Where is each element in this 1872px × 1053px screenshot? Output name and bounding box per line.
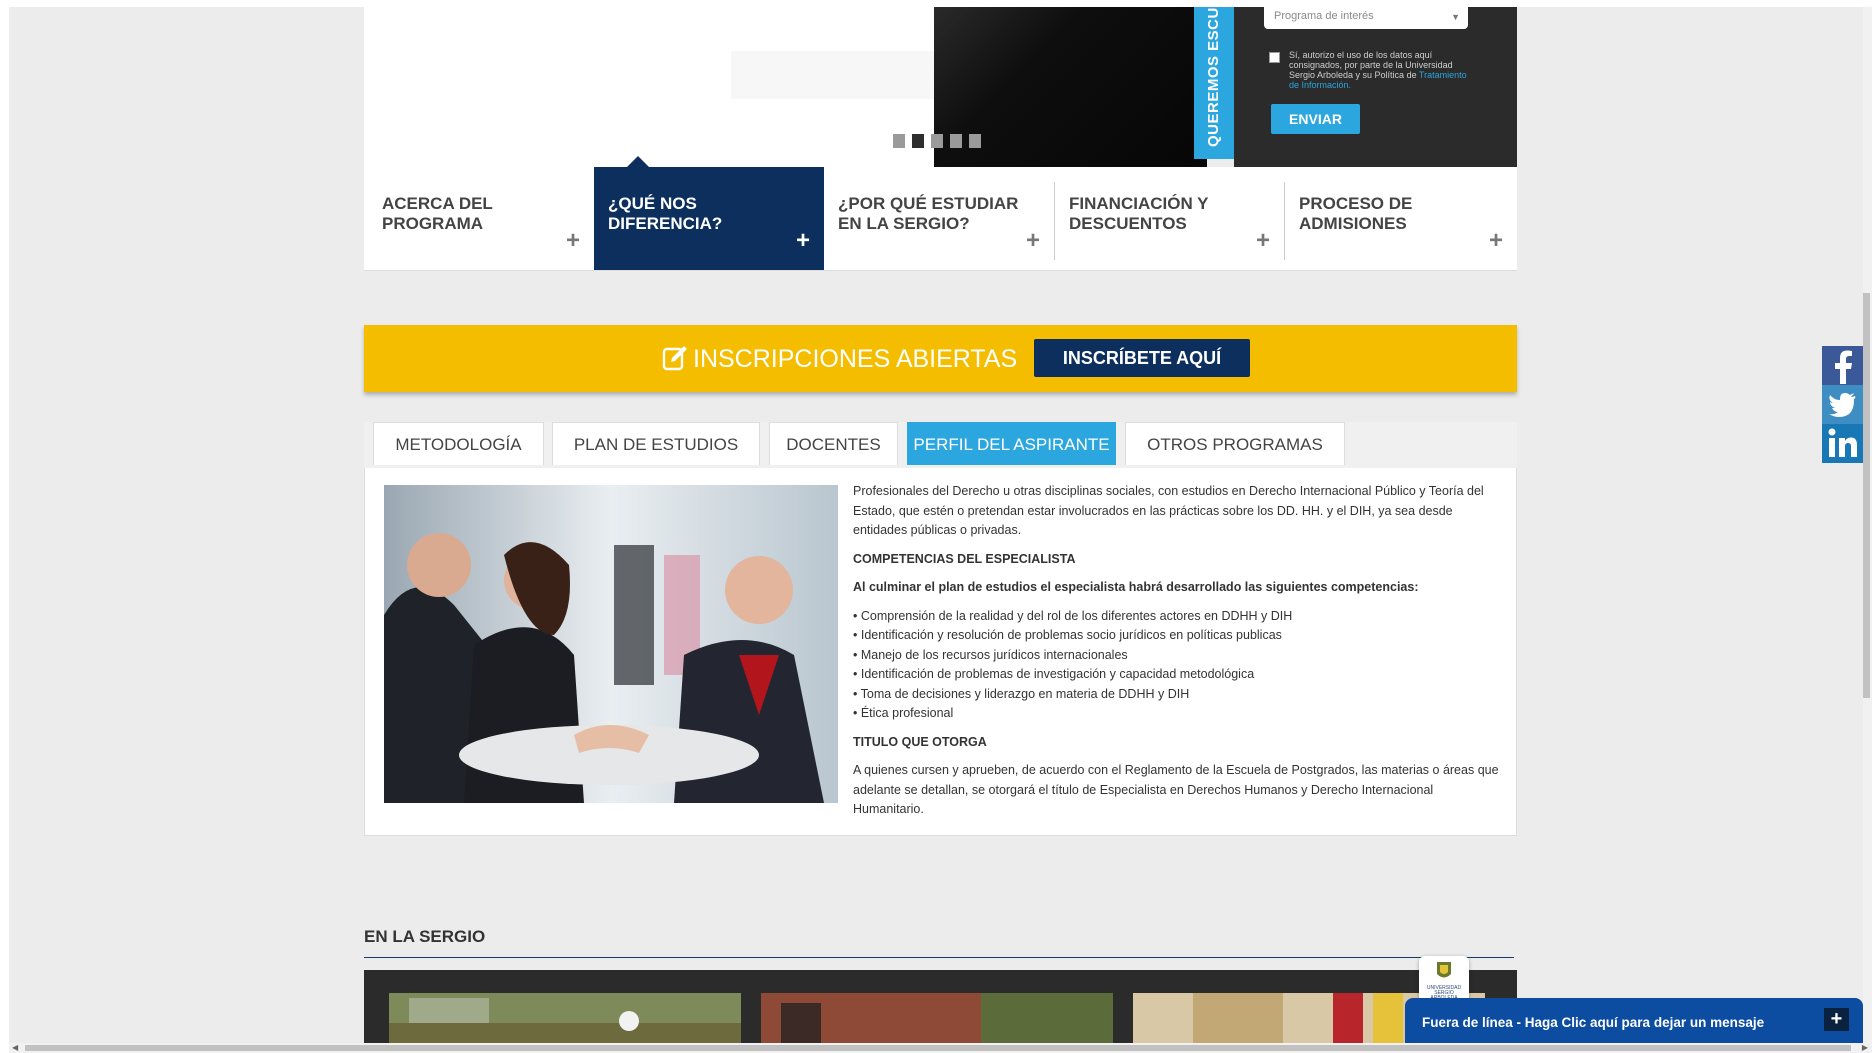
tab-panel: Profesionales del Derecho u otras discip… (364, 468, 1517, 836)
accordion-item-label: ¿POR QUÉ ESTUDIAR EN LA SERGIO? (838, 194, 1019, 233)
section-divider (364, 957, 1514, 958)
slider-dots (893, 134, 981, 148)
slider-dot[interactable] (893, 134, 905, 148)
horizontal-scrollbar[interactable]: ◀ ▶ (9, 1043, 1872, 1053)
list-item: • Toma de decisiones y liderazgo en mate… (853, 686, 1190, 701)
accordion-item-diferencia[interactable]: ¿QUÉ NOS DIFERENCIA? + (594, 167, 824, 270)
slider-dot[interactable] (912, 134, 924, 148)
competencias-lead: Al culminar el plan de estudios el espec… (853, 580, 1419, 594)
contact-side-tab[interactable]: QUEREMOS ESCUCHARTE (1194, 7, 1234, 159)
list-item: • Identificación y resolución de problem… (853, 628, 1282, 642)
accordion-item-financiacion[interactable]: FINANCIACIÓN Y DESCUENTOS + (1054, 167, 1284, 270)
university-crest-icon (1437, 962, 1451, 978)
accordion-item-label: PROCESO DE ADMISIONES (1299, 194, 1413, 233)
registration-banner: INSCRIPCIONES ABIERTAS INSCRÍBETE AQUÍ (364, 325, 1517, 392)
chat-expand-button[interactable]: + (1824, 1008, 1849, 1031)
section-heading: EN LA SERGIO (364, 927, 486, 946)
chevron-down-icon: ▼ (1451, 12, 1460, 22)
plus-icon: + (1255, 227, 1270, 254)
register-button[interactable]: INSCRÍBETE AQUÍ (1034, 339, 1250, 377)
tab-perfil-del-aspirante[interactable]: PERFIL DEL ASPIRANTE (907, 422, 1116, 465)
vertical-scrollbar[interactable] (1863, 7, 1872, 1043)
chat-status-text[interactable]: Fuera de línea - Haga Clic aquí para dej… (1422, 1015, 1764, 1030)
profile-intro: Profesionales del Derecho u otras discip… (853, 484, 1484, 537)
page-viewport: QUEREMOS ESCUCHARTE Programa de interés … (9, 7, 1863, 1043)
side-tab-label: QUEREMOS ESCUCHARTE (1205, 7, 1222, 147)
aspirant-profile-text: Profesionales del Derecho u otras discip… (853, 482, 1503, 829)
accordion-active-caret (627, 156, 649, 167)
accordion-item-acerca[interactable]: ACERCA DEL PROGRAMA + (364, 167, 594, 270)
program-select-value: Programa de interés (1274, 10, 1374, 22)
list-item: • Manejo de los recursos jurídicos inter… (853, 647, 1128, 662)
slider-dot[interactable] (931, 134, 943, 148)
accordion-item-label: ¿QUÉ NOS DIFERENCIA? (608, 194, 723, 233)
send-button[interactable]: ENVIAR (1271, 104, 1360, 134)
tab-metodologia[interactable]: METODOLOGÍA (373, 422, 544, 465)
titulo-heading: TITULO QUE OTORGA (853, 734, 987, 749)
accordion-item-por-que[interactable]: ¿POR QUÉ ESTUDIAR EN LA SERGIO? + (824, 167, 1054, 270)
tab-docentes[interactable]: DOCENTES (769, 422, 898, 465)
gallery-thumbnail[interactable] (761, 993, 1113, 1043)
program-accordion: ACERCA DEL PROGRAMA + ¿QUÉ NOS DIFERENCI… (364, 167, 1517, 271)
plus-icon: + (1025, 227, 1040, 254)
accordion-item-label: ACERCA DEL PROGRAMA (382, 194, 493, 233)
linkedin-icon (1828, 428, 1857, 457)
competencias-heading: COMPETENCIAS DEL ESPECIALISTA (853, 551, 1076, 566)
gallery-thumbnail[interactable] (389, 993, 741, 1043)
plus-icon: + (1488, 227, 1503, 254)
linkedin-share-button[interactable] (1822, 424, 1863, 463)
banner-text: INSCRIPCIONES ABIERTAS (693, 345, 1018, 373)
program-select[interactable]: Programa de interés ▼ (1264, 7, 1468, 29)
scroll-left-icon[interactable]: ◀ (12, 1043, 18, 1053)
tab-plan-de-estudios[interactable]: PLAN DE ESTUDIOS (552, 422, 760, 465)
accordion-item-admisiones[interactable]: PROCESO DE ADMISIONES + (1284, 167, 1517, 270)
slider-dot[interactable] (969, 134, 981, 148)
program-tabs: METODOLOGÍA PLAN DE ESTUDIOS DOCENTES PE… (364, 422, 1517, 471)
twitter-icon (1829, 393, 1856, 417)
twitter-share-button[interactable] (1822, 385, 1863, 424)
list-item: • Ética profesional (853, 706, 954, 720)
facebook-share-button[interactable] (1822, 346, 1863, 385)
competencias-list: • Comprensión de la realidad y del rol d… (853, 607, 1503, 724)
slider-dot[interactable] (950, 134, 962, 148)
consent-text: Sí, autorizo el uso de los datos aquí co… (1289, 50, 1479, 90)
titulo-text: A quienes cursen y aprueben, de acuerdo … (853, 763, 1499, 816)
plus-icon: + (795, 227, 810, 254)
chat-widget[interactable]: Fuera de línea - Haga Clic aquí para dej… (1405, 998, 1863, 1043)
consent-checkbox[interactable] (1269, 52, 1280, 63)
list-item: • Identificación de problemas de investi… (853, 667, 1255, 681)
edit-icon (662, 346, 687, 371)
campus-gallery (364, 970, 1517, 1043)
tab-otros-programas[interactable]: OTROS PROGRAMAS (1125, 422, 1345, 465)
vertical-scroll-thumb[interactable] (1863, 293, 1870, 698)
horizontal-scroll-thumb[interactable] (25, 1045, 1851, 1051)
business-handshake-photo (384, 485, 838, 803)
accordion-item-label: FINANCIACIÓN Y DESCUENTOS (1069, 194, 1209, 233)
scroll-right-icon[interactable]: ▶ (1862, 1043, 1868, 1053)
list-item: • Comprensión de la realidad y del rol d… (853, 608, 1293, 623)
plus-icon: + (565, 227, 580, 254)
facebook-icon (1835, 350, 1852, 384)
